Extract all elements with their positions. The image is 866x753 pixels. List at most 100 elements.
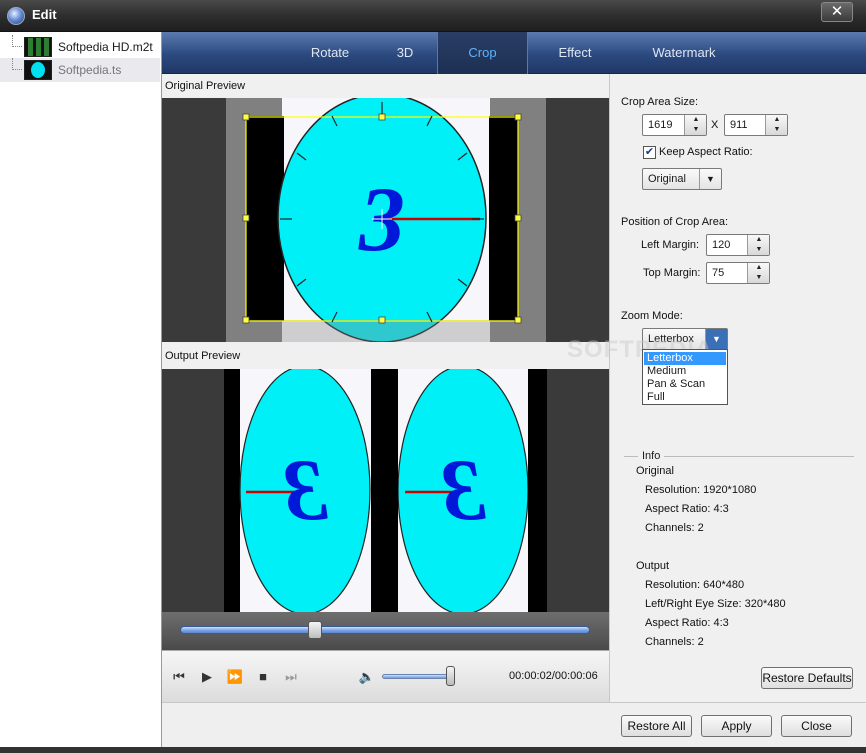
- window-title: Edit: [32, 7, 57, 22]
- crop-handle: [378, 113, 386, 121]
- app-icon: [7, 7, 25, 25]
- original-preview-canvas: 3: [226, 98, 546, 342]
- stop-icon[interactable]: ■: [254, 668, 272, 686]
- tab-3d[interactable]: 3D: [380, 32, 430, 74]
- close-window-button[interactable]: ✕: [821, 2, 853, 22]
- stepper-arrows[interactable]: ▲ ▼: [747, 263, 769, 283]
- left-margin-label: Left Margin:: [641, 239, 700, 251]
- keep-aspect-label: Keep Aspect Ratio:: [659, 146, 753, 158]
- file-name: Softpedia HD.m2t: [58, 40, 153, 54]
- crop-handle: [514, 214, 522, 222]
- crop-width-stepper[interactable]: 1619 ▲ ▼: [642, 114, 707, 136]
- edit-tab-bar: Rotate 3D Crop Effect Watermark: [162, 32, 866, 74]
- crop-height-value: 911: [730, 119, 748, 131]
- zoom-option-pan-scan[interactable]: Pan & Scan: [644, 378, 726, 391]
- restore-all-button[interactable]: Restore All: [621, 715, 692, 737]
- tree-connector: [12, 58, 22, 70]
- film-thumbnail-icon: [24, 37, 52, 57]
- time-readout: 00:00:02/00:00:06: [509, 670, 598, 682]
- center-gap: [371, 369, 398, 612]
- zoom-mode-label: Zoom Mode:: [621, 310, 683, 322]
- stepper-arrows[interactable]: ▲ ▼: [765, 115, 787, 135]
- zoom-mode-dropdown: Letterbox Medium Pan & Scan Full: [642, 349, 728, 405]
- volume-track[interactable]: [382, 674, 454, 679]
- top-margin-label: Top Margin:: [643, 267, 701, 279]
- tab-effect[interactable]: Effect: [537, 32, 613, 74]
- file-list-item[interactable]: Softpedia HD.m2t: [0, 35, 160, 59]
- title-bar: Edit ✕: [0, 0, 866, 32]
- original-channels: Channels: 2: [645, 522, 704, 534]
- dimension-separator: X: [711, 119, 719, 131]
- arrow-up-icon[interactable]: ▲: [766, 115, 788, 125]
- stepper-arrows[interactable]: ▲ ▼: [747, 235, 769, 255]
- left-margin-stepper[interactable]: 120 ▲ ▼: [706, 234, 770, 256]
- left-eye-bar: [224, 369, 240, 612]
- output-preview-canvas: 3 3: [224, 369, 547, 612]
- crop-handle: [242, 316, 250, 324]
- tab-watermark[interactable]: Watermark: [632, 32, 736, 74]
- seek-bar: [162, 612, 609, 650]
- crop-area-size-label: Crop Area Size:: [621, 96, 699, 108]
- volume-thumb[interactable]: [446, 666, 456, 686]
- zoom-option-letterbox[interactable]: Letterbox: [644, 352, 726, 365]
- crop-handle: [378, 316, 386, 324]
- arrow-down-icon[interactable]: ▼: [766, 125, 788, 135]
- original-heading: Original: [636, 465, 674, 477]
- keep-aspect-checkbox[interactable]: ✔: [643, 146, 656, 159]
- file-list-panel: Softpedia HD.m2t Softpedia.ts: [0, 32, 162, 747]
- close-button[interactable]: Close: [781, 715, 852, 737]
- playback-controls: ⏮ ▶ ⏩ ■ ⏭ 🔈 00:00:02/00:00:06: [162, 650, 609, 702]
- arrow-up-icon[interactable]: ▲: [748, 235, 770, 245]
- file-list-item-selected[interactable]: Softpedia.ts: [0, 58, 160, 82]
- original-resolution: Resolution: 1920*1080: [645, 484, 757, 496]
- output-preview-label: Output Preview: [165, 350, 241, 362]
- crop-handle: [242, 113, 250, 121]
- arrow-up-icon[interactable]: ▲: [748, 263, 770, 273]
- chevron-down-icon[interactable]: ▼: [699, 169, 721, 189]
- original-preview-label: Original Preview: [165, 80, 246, 92]
- window-bottom-edge: [0, 747, 866, 753]
- play-icon[interactable]: ▶: [198, 668, 216, 686]
- arrow-down-icon[interactable]: ▼: [748, 245, 770, 255]
- right-bar: [489, 116, 518, 321]
- output-resolution: Resolution: 640*480: [645, 579, 745, 591]
- crop-handle: [242, 214, 250, 222]
- right-eye-bar: [528, 369, 547, 612]
- output-eye-size: Left/Right Eye Size: 320*480: [645, 598, 786, 610]
- stepper-arrows[interactable]: ▲ ▼: [684, 115, 706, 135]
- apply-button[interactable]: Apply: [701, 715, 772, 737]
- tree-connector: [12, 35, 22, 47]
- volume-icon[interactable]: 🔈: [358, 668, 376, 686]
- aspect-ratio-select[interactable]: Original ▼: [642, 168, 722, 190]
- original-preview[interactable]: 3: [162, 98, 609, 342]
- output-heading: Output: [636, 560, 670, 572]
- tab-crop[interactable]: Crop: [437, 32, 528, 74]
- crop-handle: [514, 113, 522, 121]
- arrow-down-icon[interactable]: ▼: [748, 273, 770, 283]
- restore-defaults-button[interactable]: Restore Defaults: [761, 667, 853, 689]
- tab-rotate[interactable]: Rotate: [290, 32, 370, 74]
- aspect-ratio-value: Original: [648, 173, 686, 185]
- arrow-down-icon[interactable]: ▼: [685, 125, 707, 135]
- fast-forward-icon[interactable]: ⏩: [226, 668, 244, 686]
- crop-height-stepper[interactable]: 911 ▲ ▼: [724, 114, 788, 136]
- crop-handle: [514, 316, 522, 324]
- clock-thumbnail-icon: [24, 60, 52, 80]
- seek-thumb[interactable]: [308, 621, 323, 639]
- zoom-option-full[interactable]: Full: [644, 391, 726, 404]
- info-title: Info: [638, 450, 665, 462]
- skip-back-icon[interactable]: ⏮: [170, 668, 188, 686]
- seek-track[interactable]: [180, 626, 590, 634]
- skip-end-icon[interactable]: ⏭: [282, 668, 300, 686]
- output-preview[interactable]: 3 3: [162, 369, 609, 612]
- output-aspect: Aspect Ratio: 4:3: [645, 617, 729, 629]
- file-name: Softpedia.ts: [58, 63, 122, 77]
- top-margin-stepper[interactable]: 75 ▲ ▼: [706, 262, 770, 284]
- left-margin-value: 120: [712, 239, 731, 251]
- position-label: Position of Crop Area:: [621, 216, 729, 228]
- left-eye-digit: 3: [283, 442, 328, 539]
- zoom-option-medium[interactable]: Medium: [644, 365, 726, 378]
- output-channels: Channels: 2: [645, 636, 704, 648]
- original-aspect: Aspect Ratio: 4:3: [645, 503, 729, 515]
- arrow-up-icon[interactable]: ▲: [685, 115, 707, 125]
